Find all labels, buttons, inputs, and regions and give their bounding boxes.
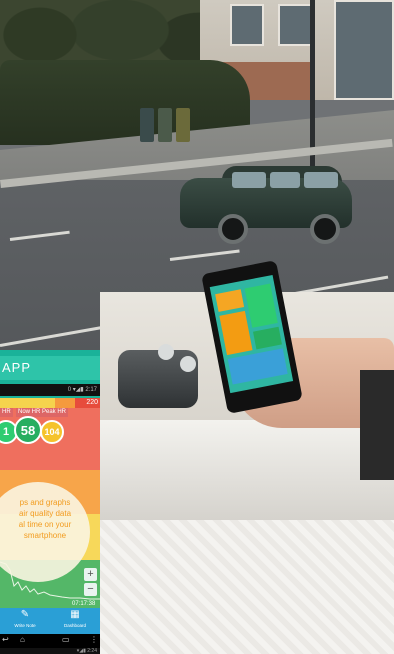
trash-bin [140,108,154,142]
heart-rate-scale [0,398,100,408]
car-window [304,172,338,188]
dashboard-icon: ▦ [70,609,80,620]
street-pole [310,0,315,170]
menu-icon[interactable]: ⋮ [90,635,98,644]
status-bar-bottom: ▾◢▮ 2:24 [0,648,100,654]
caption-line-4: smartphone [23,531,67,540]
chart-time-label: 07:17:38 [72,601,96,607]
textured-wall [100,520,394,654]
nav-label: Write Note [14,623,36,628]
peak-hr-value: 104 [44,427,60,437]
nav-label: Dashboard [63,623,86,628]
system-nav-bar: ↩ ⌂ ▭ ⋮ [0,634,100,648]
car-wheel [310,214,340,244]
caption-line-2: air quality data [18,509,72,518]
car-window [232,172,266,188]
recent-apps-icon[interactable]: ▭ [62,635,70,644]
min-hr-label: HR [0,408,13,417]
status-bar: 0 ▾◢▮ 2:17 [0,384,100,396]
zoom-out-button[interactable]: − [84,583,97,596]
sleeve [360,370,394,480]
app-screenshot-inset: APP 0 ▾◢▮ 2:17 220 HR Now HR Peak HR 1 5… [0,350,100,654]
caption-line-3: al time on your [18,520,72,529]
now-hr-circle: 58 [14,416,42,444]
smartphone-screen [209,274,294,394]
trash-bin [176,108,190,142]
caption-line-1: ps and graphs [19,498,71,507]
nav-write-note[interactable]: ✎ Write Note [0,608,50,634]
back-icon[interactable]: ↩ [2,635,9,644]
car-window [270,172,300,188]
scale-max-label: 220 [86,399,98,406]
trash-bin [158,108,172,142]
min-hr-value: 1 [2,426,10,438]
peak-hr-label: Peak HR [40,408,69,417]
air-quality-sensor [118,344,198,408]
app-title: APP [0,356,100,380]
zoom-in-button[interactable]: + [84,568,97,581]
nav-dashboard[interactable]: ▦ Dashboard [50,608,100,634]
car-wheel [218,214,248,244]
pencil-icon: ✎ [20,609,30,620]
home-icon[interactable]: ⌂ [20,635,25,644]
now-hr-value: 58 [20,422,36,438]
peak-hr-circle: 104 [40,420,64,444]
bottom-nav: ✎ Write Note ▦ Dashboard [0,608,100,634]
